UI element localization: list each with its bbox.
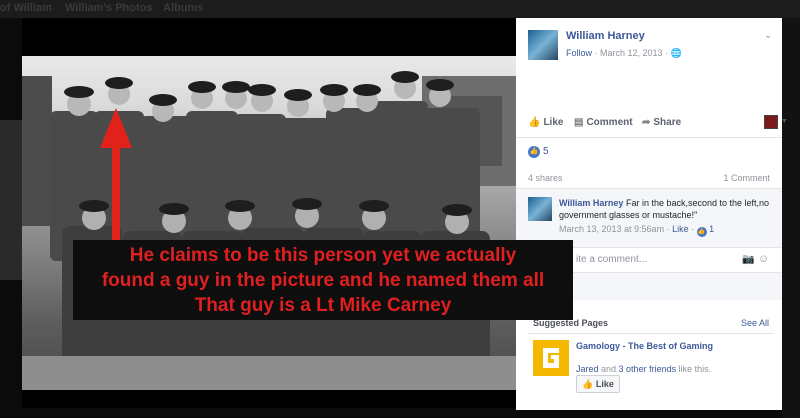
author-avatar[interactable] [528, 30, 558, 60]
emoji-icon[interactable]: ☺ [758, 253, 769, 265]
caption-line-3: That guy is a Lt Mike Carney [194, 295, 452, 316]
share-action[interactable]: ➦ Share [642, 117, 681, 128]
post-date[interactable]: · March 12, 2013 · [592, 48, 671, 58]
chevron-down-icon[interactable]: ⌄ [764, 30, 772, 41]
reactions-row: 👍 5 [516, 137, 782, 165]
follow-link[interactable]: Follow [566, 48, 592, 58]
caret-down-icon[interactable]: ▼ [781, 118, 788, 125]
comment-action[interactable]: ▤ Comment [574, 117, 633, 128]
comment-body: William Harney Far in the back,second to… [559, 197, 774, 221]
comment-meta: March 13, 2013 at 9:56am · Like · 👍 1 [559, 224, 714, 237]
thumbs-up-icon: 👍 [582, 379, 594, 389]
comment-like-count[interactable]: 1 [709, 224, 714, 234]
comment-input[interactable]: ite a comment... [576, 254, 647, 265]
camera-icon[interactable]: 📷 [742, 254, 754, 265]
friends-text: and [598, 364, 619, 374]
post-meta: Follow · March 12, 2013 · 🌐 [566, 48, 682, 59]
comment-label: Comment [586, 117, 633, 128]
share-as-page-avatar[interactable] [764, 115, 778, 129]
comment-like-link[interactable]: Like [672, 224, 689, 234]
suggested-page-friends: Jared and 3 other friends like this. [576, 364, 711, 374]
thumbs-up-icon: 👍 [528, 117, 541, 128]
nav-breadcrumb-fragment[interactable]: of William [0, 2, 52, 14]
other-friends-link[interactable]: 3 other friends [619, 364, 677, 374]
commenter-name[interactable]: William Harney [559, 198, 623, 208]
see-all-link[interactable]: See All [741, 318, 769, 328]
share-label: Share [653, 117, 682, 128]
shares-count[interactable]: 4 shares [528, 173, 563, 183]
comment-icon: ▤ [574, 117, 584, 128]
gamology-logo[interactable] [533, 340, 569, 376]
background-page-fragment [0, 120, 22, 280]
divider [528, 333, 774, 334]
like-label: Like [543, 117, 564, 128]
commenter-avatar[interactable] [528, 197, 552, 221]
top-nav: of William William's Photos Albums [0, 0, 800, 18]
globe-icon: 🌐 [670, 48, 682, 58]
like-page-label: Like [595, 379, 614, 389]
photo-viewer[interactable] [22, 18, 516, 408]
like-reaction-icon: 👍 [696, 227, 707, 237]
post-panel: William Harney Follow · March 12, 2013 ·… [516, 18, 788, 410]
friend-link[interactable]: Jared [576, 364, 599, 374]
separator: · [688, 224, 697, 234]
reaction-count[interactable]: 5 [543, 146, 549, 157]
viewer-right-margin [782, 18, 800, 418]
like-reaction-icon: 👍 [528, 146, 540, 158]
tab-albums[interactable]: Albums [163, 2, 203, 14]
caption-line-2: found a guy in the picture and he named … [101, 270, 545, 291]
action-bar: 👍 Like ▤ Comment ➦ Share ▼ [528, 115, 788, 132]
like-action[interactable]: 👍 Like [528, 117, 563, 128]
group-photo [22, 56, 516, 390]
friends-suffix: like this. [676, 364, 712, 374]
like-page-button[interactable]: 👍 Like [576, 375, 620, 393]
share-arrow-icon: ➦ [642, 117, 651, 128]
caption-line-1: He claims to be this person yet we actua… [129, 245, 517, 266]
comments-count[interactable]: 1 Comment [723, 173, 770, 183]
post-author[interactable]: William Harney [566, 30, 645, 42]
suggested-page-name[interactable]: Gamology - The Best of Gaming [576, 340, 756, 352]
comment-date[interactable]: March 13, 2013 at 9:56am · [559, 224, 672, 234]
tab-photos[interactable]: William's Photos [65, 2, 152, 14]
caption-overlay: He claims to be this person yet we actua… [73, 240, 573, 320]
